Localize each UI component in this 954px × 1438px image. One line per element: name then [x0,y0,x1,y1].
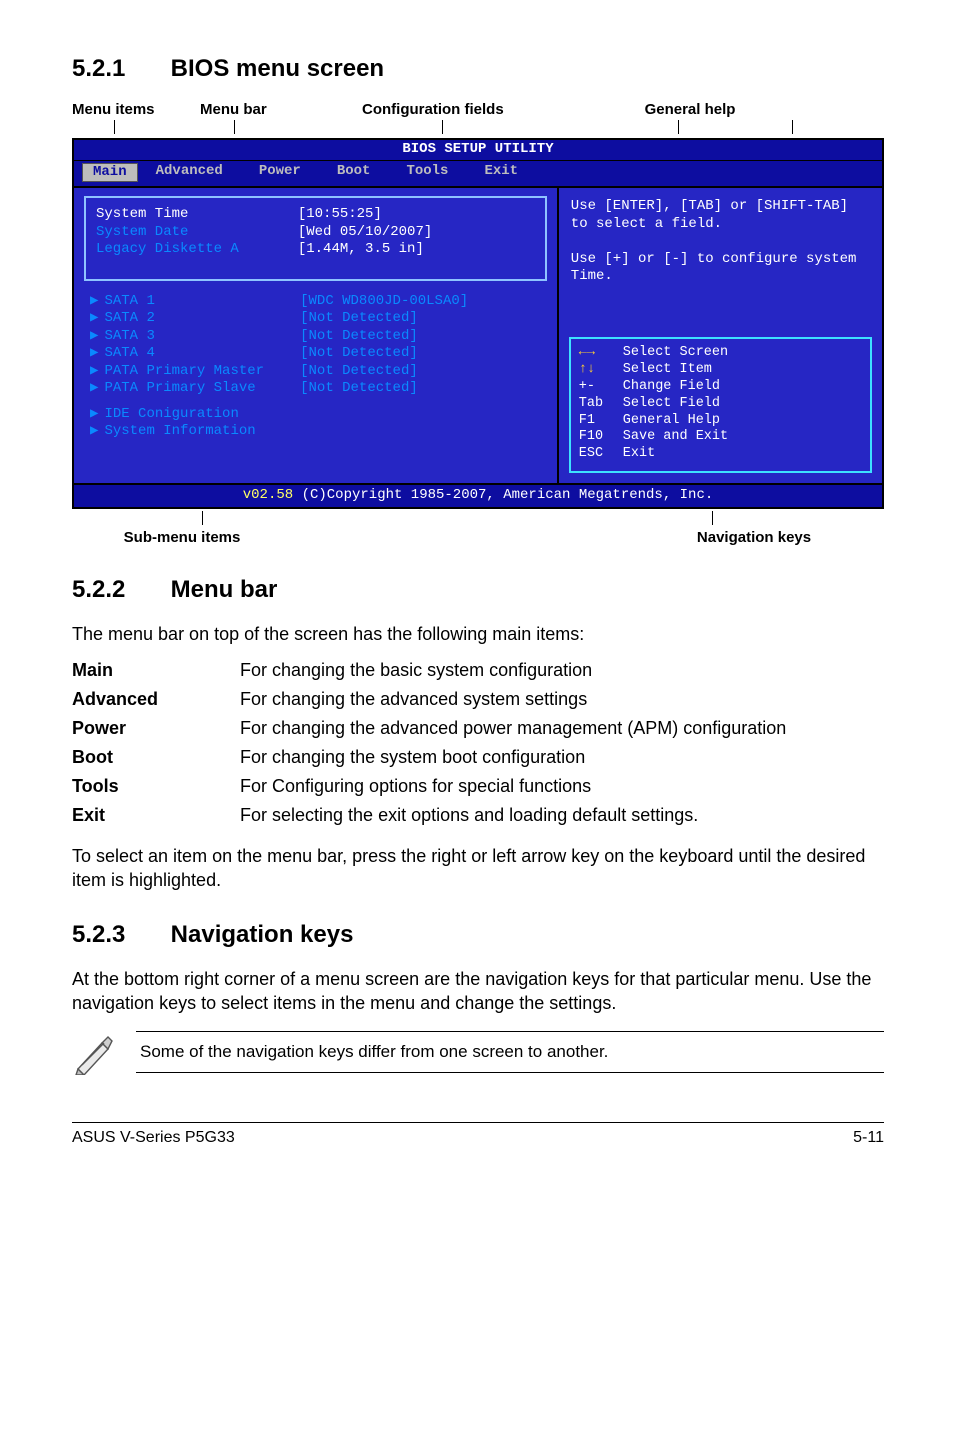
list-item[interactable]: ▶IDE Coniguration [90,406,547,424]
diagram-top-labels: Menu items Menu bar Configuration fields… [72,101,884,118]
diagram-connector-lines [72,509,884,525]
table-row: AdvancedFor changing the advanced system… [72,685,884,714]
bios-footer: v02.58 (C)Copyright 1985-2007, American … [74,483,882,507]
list-item[interactable]: ▶PATA Primary Slave[Not Detected] [90,380,547,398]
bios-screenshot: BIOS SETUP UTILITY Main Advanced Power B… [72,138,884,509]
field-label: System Date [96,224,298,242]
menu-items-table: MainFor changing the basic system config… [72,656,884,830]
tab-tools[interactable]: Tools [388,163,466,183]
tab-exit[interactable]: Exit [466,163,536,183]
chevron-right-icon: ▶ [90,345,98,361]
arrows-ud-icon: ↑↓ [579,362,623,379]
page-footer: ASUS V-Series P5G33 5-11 [72,1122,884,1147]
label-menu-bar: Menu bar [200,101,362,118]
heading-number: 5.2.3 [72,921,164,949]
label-navigation-keys: Navigation keys [624,529,884,546]
section523-body: At the bottom right corner of a menu scr… [72,967,884,1016]
tab-advanced[interactable]: Advanced [138,163,241,183]
list-item[interactable]: ▶PATA Primary Master[Not Detected] [90,363,547,381]
list-item[interactable]: ▶System Information [90,423,547,441]
bios-fields-box: System Time [10:55:25] System Date [Wed … [84,196,547,281]
bios-version: v02.58 [243,487,293,503]
label-menu-items: Menu items [72,101,200,118]
chevron-right-icon: ▶ [90,310,98,326]
bios-copyright: (C)Copyright 1985-2007, American Megatre… [302,487,714,503]
heading-523: 5.2.3 Navigation keys [72,921,884,949]
list-item[interactable]: ▶SATA 4[Not Detected] [90,345,547,363]
key-label: ESC [579,446,623,463]
field-value: [10:55:25] [298,206,535,224]
field-system-date[interactable]: System Date [Wed 05/10/2007] [96,224,535,242]
section522-outro: To select an item on the menu bar, press… [72,844,884,893]
bios-help-panel: Use [ENTER], [TAB] or [SHIFT-TAB] to sel… [559,188,882,483]
chevron-right-icon: ▶ [90,380,98,396]
bios-help-text: Use [ENTER], [TAB] or [SHIFT-TAB] to sel… [559,188,882,333]
heading-number: 5.2.2 [72,576,164,604]
key-label: F10 [579,429,623,446]
pencil-icon [72,1031,118,1080]
label-general-help: General help [620,101,760,118]
heading-title: Navigation keys [171,921,354,948]
chevron-right-icon: ▶ [90,406,98,422]
tab-power[interactable]: Power [241,163,319,183]
table-row: MainFor changing the basic system config… [72,656,884,685]
diagram-connector-lines [72,120,884,138]
tab-main[interactable]: Main [82,163,138,183]
heading-521: 5.2.1 BIOS menu screen [72,55,884,83]
table-row: ToolsFor Configuring options for special… [72,772,884,801]
footer-product: ASUS V-Series P5G33 [72,1129,235,1147]
table-row: BootFor changing the system boot configu… [72,743,884,772]
heading-title: BIOS menu screen [171,55,384,82]
field-value: [Wed 05/10/2007] [298,224,535,242]
field-legacy-diskette[interactable]: Legacy Diskette A [1.44M, 3.5 in] [96,241,535,259]
table-row: PowerFor changing the advanced power man… [72,714,884,743]
note-text: Some of the navigation keys differ from … [136,1031,884,1073]
bios-navkeys-box: ←→Select Screen ↑↓Select Item +-Change F… [569,337,872,473]
heading-title: Menu bar [171,576,278,603]
field-label: Legacy Diskette A [96,241,298,259]
footer-page-number: 5-11 [853,1129,884,1147]
diagram-bottom-labels: Sub-menu items Navigation keys [72,529,884,546]
heading-number: 5.2.1 [72,55,164,83]
arrows-lr-icon: ←→ [579,345,623,362]
chevron-right-icon: ▶ [90,363,98,379]
bios-device-list: ▶SATA 1[WDC WD800JD-00LSA0] ▶SATA 2[Not … [74,289,557,451]
chevron-right-icon: ▶ [90,423,98,439]
tab-boot[interactable]: Boot [319,163,389,183]
field-value: [1.44M, 3.5 in] [298,241,535,259]
bios-main-panel: System Time [10:55:25] System Date [Wed … [74,188,559,483]
chevron-right-icon: ▶ [90,293,98,309]
table-row: ExitFor selecting the exit options and l… [72,801,884,830]
chevron-right-icon: ▶ [90,328,98,344]
note-box: Some of the navigation keys differ from … [72,1031,884,1080]
key-label: Tab [579,396,623,413]
section522-intro: The menu bar on top of the screen has th… [72,622,884,646]
key-label: F1 [579,413,623,430]
list-item[interactable]: ▶SATA 1[WDC WD800JD-00LSA0] [90,293,547,311]
field-system-time[interactable]: System Time [10:55:25] [96,206,535,224]
field-label: System Time [96,206,298,224]
label-configuration-fields: Configuration fields [362,101,620,118]
heading-522: 5.2.2 Menu bar [72,576,884,604]
key-label: +- [579,379,623,396]
bios-title: BIOS SETUP UTILITY [74,138,882,161]
list-item[interactable]: ▶SATA 3[Not Detected] [90,328,547,346]
list-item[interactable]: ▶SATA 2[Not Detected] [90,310,547,328]
label-submenu-items: Sub-menu items [72,529,292,546]
bios-menu-bar: Main Advanced Power Boot Tools Exit [74,161,882,187]
